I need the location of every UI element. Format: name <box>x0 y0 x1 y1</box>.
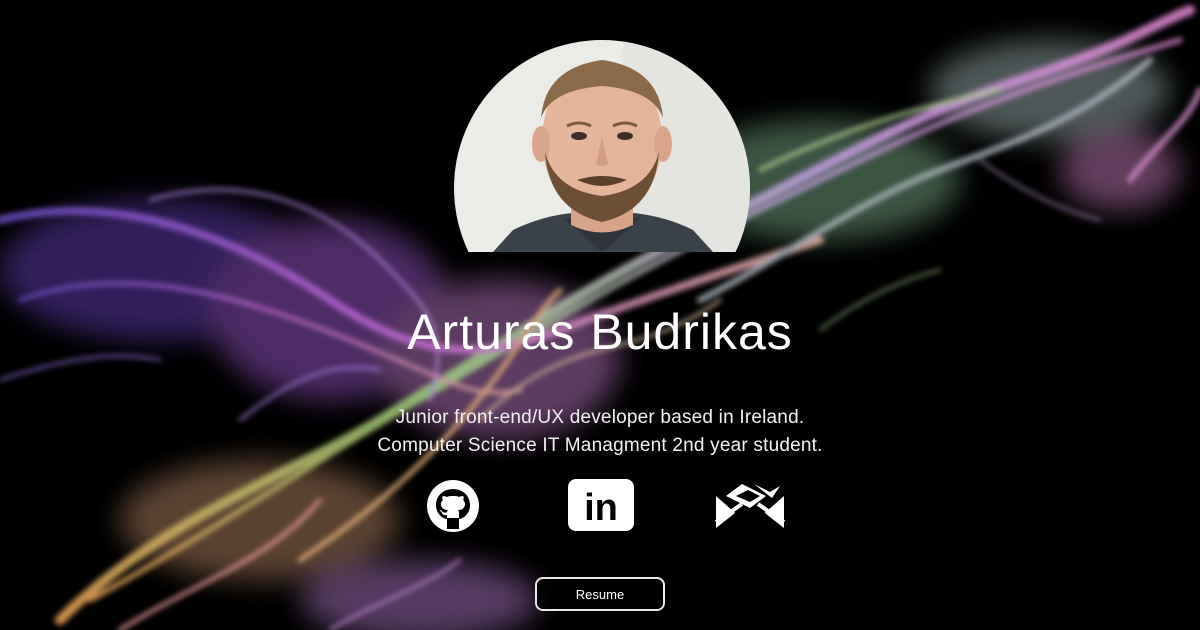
page-title: Arturas Budrikas <box>407 304 793 360</box>
svg-text:in: in <box>584 487 618 529</box>
github-link[interactable] <box>417 478 489 534</box>
email-link[interactable] <box>714 478 786 534</box>
github-icon <box>427 480 479 532</box>
linkedin-link[interactable]: in <box>565 478 637 534</box>
mail-icon <box>714 484 786 528</box>
linkedin-icon: in <box>568 479 634 531</box>
bio-line-1: Junior front-end/UX developer based in I… <box>395 407 805 428</box>
resume-button[interactable]: Resume <box>535 577 665 611</box>
avatar <box>453 40 751 252</box>
bio: Junior front-end/UX developer based in I… <box>0 404 1200 460</box>
portfolio-hero: Arturas Budrikas Junior front-end/UX dev… <box>0 0 1200 630</box>
bio-line-2: Computer Science IT Managment 2nd year s… <box>377 435 823 456</box>
